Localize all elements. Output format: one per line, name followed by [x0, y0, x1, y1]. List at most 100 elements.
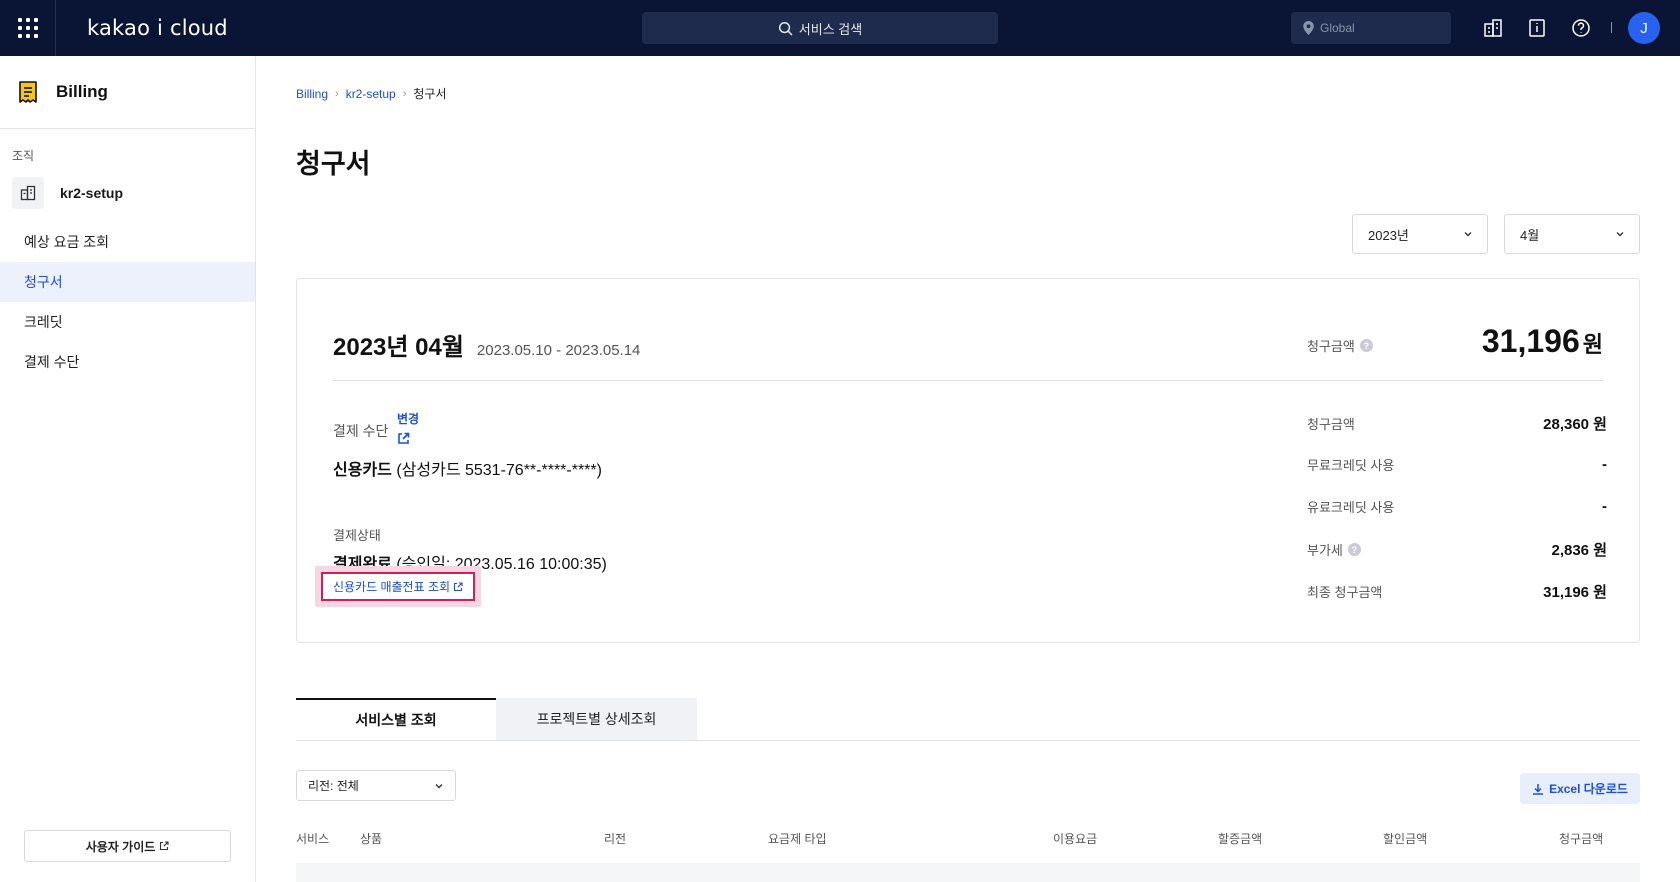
- summary-value: -: [1602, 498, 1607, 515]
- building-icon: [12, 177, 44, 209]
- tab-by-service[interactable]: 서비스별 조회: [296, 698, 496, 740]
- total-amount-unit: 원: [1582, 332, 1603, 357]
- region-filter-value: 리전: 전체: [308, 779, 359, 793]
- external-link-icon: [453, 581, 463, 591]
- sidebar-item-estimated-charges[interactable]: 예상 요금 조회: [0, 222, 255, 262]
- excel-download-label: Excel 다운로드: [1549, 782, 1628, 796]
- user-guide-label: 사용자 가이드: [85, 839, 156, 854]
- tab-by-project[interactable]: 프로젝트별 상세조회: [496, 698, 697, 740]
- card-receipt-link-label: 신용카드 매출전표 조회: [332, 580, 451, 594]
- org-selector[interactable]: kr2-setup: [12, 177, 255, 209]
- table-header-product: 상품: [360, 832, 383, 846]
- table-header-billed: 청구금액: [1559, 832, 1604, 846]
- app-launcher-button[interactable]: [0, 0, 56, 56]
- summary-value: 28,360 원: [1543, 416, 1607, 433]
- user-avatar[interactable]: J: [1628, 12, 1660, 44]
- chevron-down-icon: [1464, 232, 1472, 237]
- table-header-discount: 할인금액: [1383, 832, 1428, 846]
- month-select[interactable]: 4월: [1504, 214, 1640, 254]
- summary-label: 부가세: [1307, 543, 1343, 558]
- summary-row-billed: 청구금액 28,360 원: [1307, 413, 1607, 434]
- region-selector[interactable]: Global: [1291, 12, 1451, 44]
- help-circle-icon[interactable]: ?: [1359, 339, 1373, 352]
- summary-row-free-credit: 무료크레딧 사용 -: [1307, 455, 1607, 474]
- help-circle-icon[interactable]: ?: [1347, 543, 1361, 556]
- excel-download-button[interactable]: Excel 다운로드: [1520, 773, 1640, 804]
- summary-label: 최종 청구금액: [1307, 585, 1383, 600]
- info-document-icon[interactable]: [1526, 17, 1548, 39]
- chevron-right-icon: ›: [402, 87, 407, 100]
- payment-method-card: (삼성카드 5531-76**-****-****): [391, 462, 602, 479]
- year-select[interactable]: 2023년: [1352, 214, 1488, 254]
- payment-method-change-link[interactable]: 변경: [397, 410, 419, 427]
- sidebar: Billing 조직 kr2-setup 예상 요금 조회 청구서 크레딧 결제…: [0, 56, 256, 882]
- sidebar-header: Billing: [0, 56, 255, 129]
- summary-row-paid-credit: 유료크레딧 사용 -: [1307, 497, 1607, 516]
- user-guide-button[interactable]: 사용자 가이드: [24, 830, 231, 862]
- month-select-value: 4월: [1520, 227, 1540, 243]
- kakao-i-cloud-logo[interactable]: kakao i cloud: [87, 16, 228, 40]
- chevron-right-icon: ›: [335, 87, 339, 100]
- sidebar-item-payment-method[interactable]: 결제 수단: [0, 342, 255, 382]
- region-label: Global: [1320, 21, 1355, 35]
- breadcrumb-org[interactable]: kr2-setup: [346, 87, 396, 101]
- table-row[interactable]: [296, 863, 1640, 882]
- grid-icon: [17, 18, 38, 38]
- breadcrumb: Billing › kr2-setup › 청구서: [296, 85, 447, 102]
- payment-method-label: 결제 수단: [333, 423, 389, 439]
- topbar-divider: [1611, 22, 1612, 33]
- tabs-underline: [296, 740, 1640, 741]
- download-icon: [1533, 783, 1544, 795]
- total-amount-value: 31,196: [1481, 323, 1580, 359]
- summary-value: -: [1602, 456, 1607, 473]
- invoice-summary-card: 2023년 04월 2023.05.10 - 2023.05.14 청구금액 ?…: [296, 278, 1640, 643]
- breadcrumb-billing[interactable]: Billing: [296, 87, 328, 101]
- view-tabs: 서비스별 조회 프로젝트별 상세조회: [296, 698, 697, 740]
- table-header-usage-fee: 이용요금: [1053, 832, 1098, 846]
- region-filter-select[interactable]: 리전: 전체: [296, 770, 456, 801]
- table-header-surcharge: 할증금액: [1218, 832, 1263, 846]
- card-divider: [333, 380, 1603, 381]
- total-amount-label: 청구금액 ?: [1307, 336, 1373, 355]
- external-link-icon[interactable]: [397, 432, 410, 445]
- table-header-region: 리전: [604, 832, 627, 846]
- payment-method-type: 신용카드: [333, 462, 392, 479]
- search-placeholder: 서비스 검색: [798, 21, 863, 37]
- total-amount: 31,196 원: [1482, 323, 1603, 360]
- org-name: kr2-setup: [60, 185, 124, 201]
- sidebar-item-credit[interactable]: 크레딧: [0, 302, 255, 342]
- help-icon[interactable]: [1570, 17, 1592, 39]
- invoice-period-title: 2023년 04월: [333, 334, 464, 361]
- org-label: 조직: [12, 149, 35, 163]
- breadcrumb-current: 청구서: [413, 87, 447, 101]
- table-header-plan-type: 요금제 타입: [768, 832, 827, 846]
- summary-label: 무료크레딧 사용: [1307, 458, 1395, 473]
- chevron-down-icon: [1616, 232, 1624, 237]
- summary-label-vat: 부가세 ?: [1307, 540, 1361, 559]
- top-navigation-bar: kakao i cloud 서비스 검색 Global J: [0, 0, 1680, 56]
- page-title: 청구서: [296, 149, 371, 179]
- summary-row-vat: 부가세 ? 2,836 원: [1307, 539, 1607, 560]
- external-link-icon: [160, 841, 169, 851]
- summary-label: 유료크레딧 사용: [1307, 500, 1395, 515]
- year-select-value: 2023년: [1368, 227, 1409, 243]
- sidebar-item-invoice[interactable]: 청구서: [0, 262, 255, 302]
- chevron-down-icon: [435, 784, 443, 789]
- summary-label: 청구금액: [1307, 417, 1355, 432]
- total-amount-label-text: 청구금액: [1307, 339, 1355, 354]
- invoice-period-range: 2023.05.10 - 2023.05.14: [476, 342, 641, 359]
- sidebar-menu: 예상 요금 조회 청구서 크레딧 결제 수단: [0, 222, 255, 382]
- summary-value: 2,836 원: [1551, 542, 1607, 559]
- billing-receipt-icon: [19, 81, 37, 103]
- location-pin-icon: [1303, 21, 1314, 35]
- table-header-service: 서비스: [296, 832, 330, 846]
- summary-value: 31,196 원: [1543, 584, 1607, 601]
- payment-method-value: 신용카드 (삼성카드 5531-76**-****-****): [333, 456, 602, 480]
- organization-icon[interactable]: [1482, 17, 1504, 39]
- search-icon: [778, 21, 793, 35]
- sidebar-title: Billing: [56, 82, 108, 101]
- card-receipt-link[interactable]: 신용카드 매출전표 조회: [321, 572, 475, 601]
- invoice-period: 2023년 04월 2023.05.10 - 2023.05.14: [333, 327, 640, 362]
- service-search-input[interactable]: 서비스 검색: [642, 12, 998, 44]
- payment-status-label: 결제상태: [333, 528, 381, 543]
